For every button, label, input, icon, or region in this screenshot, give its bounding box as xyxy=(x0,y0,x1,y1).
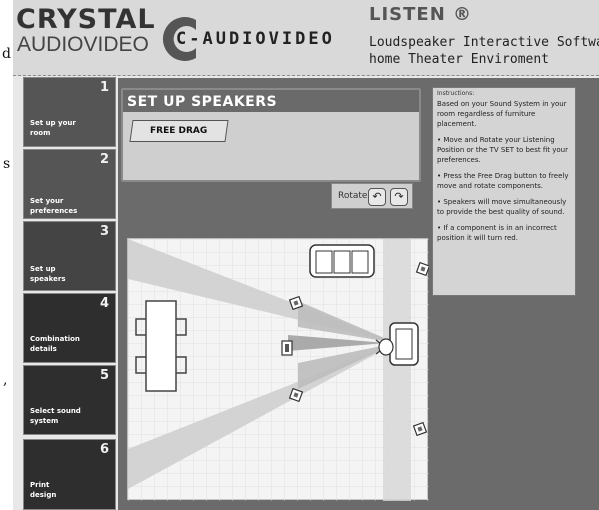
step-label: Select sound system xyxy=(30,407,81,425)
step-1-set-up-room[interactable]: 1 Set up your room xyxy=(23,77,116,147)
tv-set-icon[interactable] xyxy=(281,340,293,356)
step-4-combination-details[interactable]: 4 Combination details xyxy=(23,293,116,363)
instruction-item: • If a component is in an incorrect posi… xyxy=(437,224,557,242)
instruction-item: Based on your Sound System in your room … xyxy=(437,100,567,128)
step-label: Set up speakers xyxy=(30,265,66,283)
free-drag-label: FREE DRAG xyxy=(150,126,208,136)
instruction-item: • Speakers will move simultaneously to p… xyxy=(437,198,567,216)
step-number: 4 xyxy=(99,296,109,311)
sofa[interactable] xyxy=(309,244,375,278)
room-floor-plan xyxy=(127,238,429,501)
step-5-select-sound-system[interactable]: 5 Select sound system xyxy=(23,365,116,435)
step-number: 2 xyxy=(99,152,109,167)
step-label: Combination details xyxy=(30,335,80,353)
app-title: LISTEN ® xyxy=(369,4,473,25)
app-subtitle-line1: Loudspeaker Interactive Software fo xyxy=(369,35,599,50)
instruction-item: • Press the Free Drag button to freely m… xyxy=(437,172,569,190)
free-drag-button[interactable]: FREE DRAG xyxy=(129,120,229,142)
header: CRYSTAL AUDIOVIDEO C-AUDIOVIDEO LISTEN ®… xyxy=(13,0,599,76)
panel-title: SET UP SPEAKERS xyxy=(123,90,419,112)
app-subtitle: Loudspeaker Interactive Software fo home… xyxy=(369,34,599,68)
brand-text: C-AUDIOVIDEO xyxy=(176,29,335,49)
step-6-print-design[interactable]: 6 Print design xyxy=(23,439,116,510)
outside-text-2: s xyxy=(3,156,11,172)
step-number: 3 xyxy=(99,224,109,239)
rotate-controls: Rotate: ↶ ↷ xyxy=(331,183,413,209)
setup-speakers-panel: SET UP SPEAKERS FREE DRAG xyxy=(121,88,421,182)
room-plan-svg xyxy=(128,239,429,501)
steps-sidebar: 1 Set up your room 2 Set your preference… xyxy=(23,77,120,510)
step-label: Set up your room xyxy=(30,119,76,137)
step-number: 5 xyxy=(99,368,109,383)
rotate-right-icon[interactable]: ↷ xyxy=(390,188,408,206)
rotate-left-icon[interactable]: ↶ xyxy=(368,188,386,206)
instructions-panel: Instructions: Based on your Sound System… xyxy=(432,87,576,296)
listening-chair[interactable] xyxy=(389,322,419,366)
step-3-set-up-speakers[interactable]: 3 Set up speakers xyxy=(23,221,116,291)
outside-text-3: , xyxy=(3,372,8,388)
side-beam xyxy=(383,239,411,501)
app-subtitle-line2: home Theater Enviroment xyxy=(369,52,550,67)
step-2-set-preferences[interactable]: 2 Set your preferences xyxy=(23,149,116,219)
step-label: Print design xyxy=(30,481,57,499)
outside-text-1: d xyxy=(2,46,11,62)
step-number: 6 xyxy=(99,442,109,457)
crystal-logo: CRYSTAL xyxy=(16,4,156,35)
listener-icon[interactable] xyxy=(375,338,394,356)
step-number: 1 xyxy=(99,80,109,95)
instruction-item: • Move and Rotate your Listening Positio… xyxy=(437,136,568,164)
instructions-title: Instructions: xyxy=(437,90,475,97)
audiovideo-logo-text: AUDIOVIDEO xyxy=(17,33,149,56)
step-label: Set your preferences xyxy=(30,197,78,215)
rotate-label: Rotate: xyxy=(338,191,371,201)
